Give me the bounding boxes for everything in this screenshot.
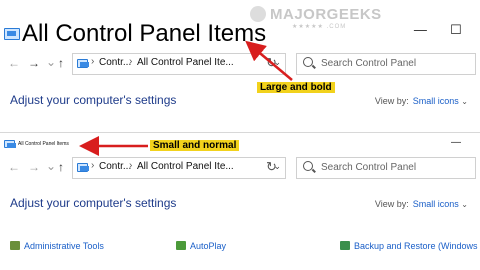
- breadcrumb-root[interactable]: Contr...: [99, 161, 131, 172]
- window-controls: — ☐: [404, 22, 472, 38]
- view-by-control-top[interactable]: View by: Small icons ⌄: [375, 96, 468, 106]
- page-heading-top: Adjust your computer's settings: [10, 93, 177, 107]
- chevron-down-icon[interactable]: ⌄: [461, 200, 468, 209]
- admin-tools-icon: [10, 241, 20, 250]
- navigation-bar-bottom: ← → ⌄ ↑ › Contr... › All Control Panel I…: [0, 156, 480, 182]
- refresh-button[interactable]: ↻: [266, 55, 277, 71]
- address-bar[interactable]: › Contr... › All Control Panel Ite... ⌄: [72, 53, 286, 75]
- backup-restore-icon: [340, 241, 350, 250]
- annotation-small-and-normal: Small and normal: [150, 140, 240, 151]
- breadcrumb-current[interactable]: All Control Panel Ite...: [137, 161, 234, 172]
- recent-locations-button-2[interactable]: ⌄: [46, 159, 56, 173]
- forward-button[interactable]: →: [28, 56, 40, 70]
- page-heading-bottom: Adjust your computer's settings: [10, 196, 177, 210]
- item-label: AutoPlay: [190, 241, 227, 251]
- item-autoplay[interactable]: AutoPlay: [176, 241, 226, 251]
- back-button-2[interactable]: ←: [8, 160, 20, 174]
- control-panel-icon: [4, 28, 20, 40]
- address-cp-icon: [77, 163, 89, 172]
- control-panel-icon-small: [4, 140, 16, 148]
- address-bar-2[interactable]: › Contr... › All Control Panel Ite... ⌄: [72, 157, 286, 179]
- chevron-down-icon[interactable]: ⌄: [461, 97, 468, 106]
- window-title-large: All Control Panel Items: [22, 20, 267, 47]
- view-by-label: View by:: [374, 96, 409, 106]
- view-by-control-bottom[interactable]: View by: Small icons ⌄: [375, 199, 468, 209]
- breadcrumb-separator: ›: [91, 56, 95, 67]
- item-label: Backup and Restore (Windows 7): [354, 241, 480, 251]
- navigation-bar-top: ← → ⌄ ↑ › Contr... › All Control Panel I…: [0, 52, 480, 78]
- window-controls-small: —: [440, 137, 472, 148]
- up-button-2[interactable]: ↑: [58, 160, 64, 174]
- view-by-value[interactable]: Small icons: [413, 96, 459, 106]
- breadcrumb-root[interactable]: Contr...: [99, 57, 131, 68]
- title-bar-small: All Control Panel Items —: [0, 137, 480, 154]
- breadcrumb-separator: ›: [129, 160, 133, 171]
- autoplay-icon: [176, 241, 186, 250]
- item-label: Administrative Tools: [24, 241, 104, 251]
- breadcrumb-separator: ›: [129, 56, 133, 67]
- window-title-small: All Control Panel Items: [18, 141, 69, 147]
- recent-locations-button[interactable]: ⌄: [46, 55, 56, 69]
- address-cp-icon: [77, 59, 89, 68]
- section-divider: [0, 132, 480, 133]
- annotation-large-and-bold: Large and bold: [257, 82, 335, 93]
- search-placeholder: Search Control Panel: [321, 162, 417, 173]
- maximize-button[interactable]: ☐: [440, 22, 472, 38]
- search-icon: [303, 57, 313, 67]
- refresh-button-2[interactable]: ↻: [266, 159, 277, 175]
- breadcrumb-current[interactable]: All Control Panel Ite...: [137, 57, 234, 68]
- search-box[interactable]: Search Control Panel: [296, 53, 476, 75]
- view-by-label: View by:: [374, 199, 409, 209]
- control-panel-items: Administrative Tools AutoPlay Backup and…: [0, 238, 480, 258]
- title-bar-large: All Control Panel Items — ☐: [0, 16, 480, 50]
- search-box-2[interactable]: Search Control Panel: [296, 157, 476, 179]
- forward-button-2[interactable]: →: [28, 160, 40, 174]
- item-administrative-tools[interactable]: Administrative Tools: [10, 241, 104, 251]
- item-backup-and-restore[interactable]: Backup and Restore (Windows 7): [340, 241, 480, 251]
- view-by-value[interactable]: Small icons: [413, 199, 459, 209]
- screenshot-canvas: MAJORGEEKS ★★★★★ .COM All Control Panel …: [0, 0, 480, 270]
- search-icon: [303, 161, 313, 171]
- back-button[interactable]: ←: [8, 56, 20, 70]
- minimize-button-small[interactable]: —: [440, 137, 472, 148]
- breadcrumb-separator: ›: [91, 160, 95, 171]
- search-placeholder: Search Control Panel: [321, 58, 417, 69]
- minimize-button[interactable]: —: [404, 22, 436, 37]
- up-button[interactable]: ↑: [58, 56, 64, 70]
